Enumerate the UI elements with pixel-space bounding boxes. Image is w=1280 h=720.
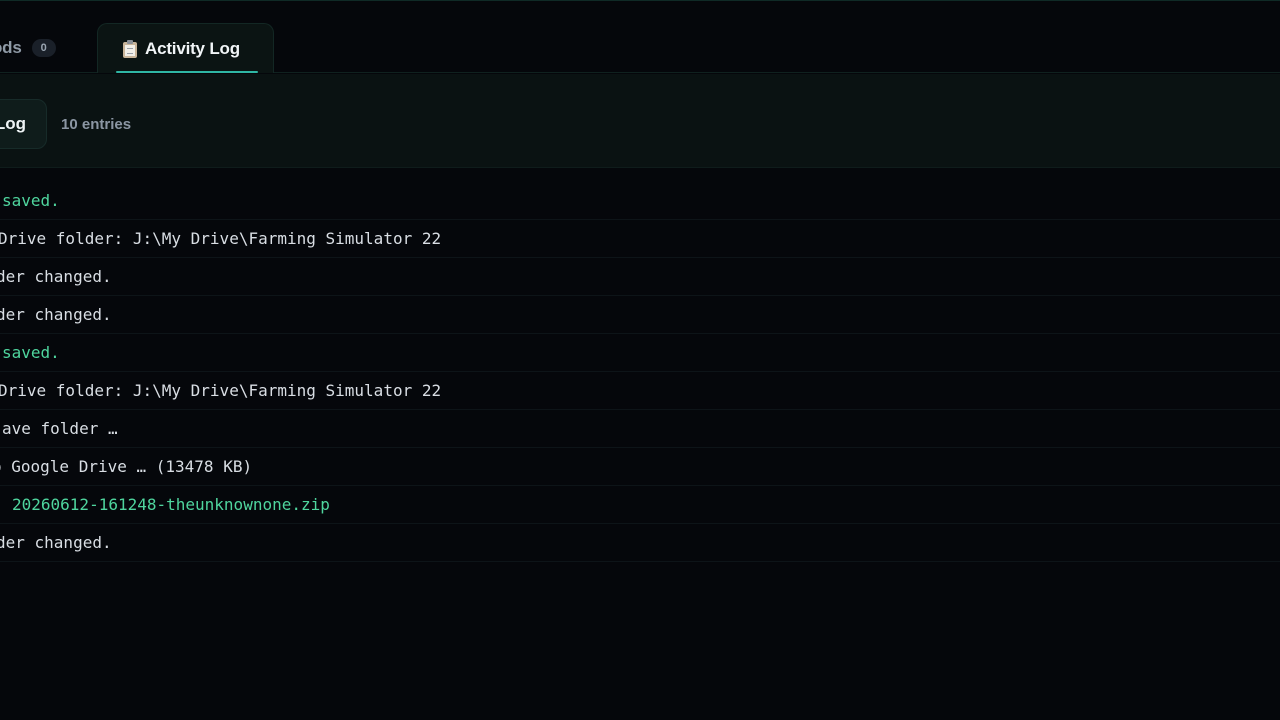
log-entry-row: der changed. <box>0 296 1280 334</box>
log-entry-row: saved. <box>0 334 1280 372</box>
top-border <box>0 0 1280 1</box>
log-entry-text: 20260612-161248-theunknownone.zip <box>12 495 330 514</box>
panel-title-label: Log <box>0 114 26 133</box>
clipboard-icon <box>123 39 137 58</box>
app-window: Mods 0 Activity Log Log 10 entries saved… <box>0 0 1280 720</box>
log-entry-text: Drive folder: J:\My Drive\Farming Simula… <box>0 381 442 400</box>
log-entry-text: o Google Drive … (13478 KB) <box>0 457 253 476</box>
log-entry-row: ave folder … <box>0 410 1280 448</box>
log-list: saved. Drive folder: J:\My Drive\Farming … <box>0 182 1280 562</box>
mods-count-badge: 0 <box>31 39 56 57</box>
panel-header: Log <box>0 74 1280 168</box>
tab-activity-log-label: Activity Log <box>145 38 240 58</box>
log-entry-text: ave folder … <box>2 419 118 438</box>
log-entry-text: Drive folder: J:\My Drive\Farming Simula… <box>0 229 442 248</box>
log-entry-row: o Google Drive … (13478 KB) <box>0 448 1280 486</box>
log-entry-text: der changed. <box>0 267 112 286</box>
log-entry-row: saved. <box>0 182 1280 220</box>
log-entry-text: der changed. <box>0 533 112 552</box>
log-entry-row: der changed. <box>0 524 1280 562</box>
tab-activity-log[interactable]: Activity Log <box>97 23 274 73</box>
active-tab-indicator <box>116 71 258 73</box>
tab-mods[interactable]: Mods 0 <box>0 23 56 73</box>
log-entry-text: saved. <box>2 191 60 210</box>
log-entry-text: saved. <box>2 343 60 362</box>
tab-bar: Mods 0 Activity Log <box>0 0 1280 73</box>
log-entry-row: der changed. <box>0 258 1280 296</box>
log-entry-row: 20260612-161248-theunknownone.zip <box>0 486 1280 524</box>
panel-title: Log <box>0 99 47 149</box>
log-entry-row: Drive folder: J:\My Drive\Farming Simula… <box>0 220 1280 258</box>
entries-count: 10 entries <box>61 116 132 133</box>
tab-mods-label: Mods <box>0 38 22 57</box>
log-entry-row: Drive folder: J:\My Drive\Farming Simula… <box>0 372 1280 410</box>
log-entry-text: der changed. <box>0 305 112 324</box>
